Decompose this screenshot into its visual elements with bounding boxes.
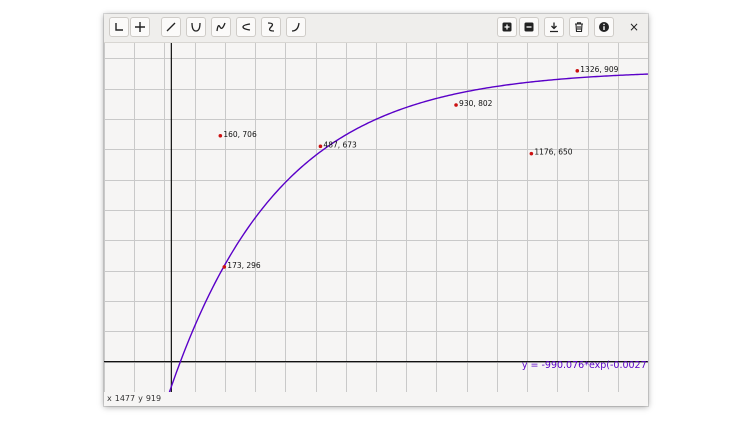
fit-curve (168, 73, 648, 392)
fit-equation: y = -990.076*exp(-0.002778*x) +912.0 (522, 360, 648, 371)
line-icon (166, 22, 176, 32)
close-icon: × (628, 20, 640, 34)
delete-button[interactable] (569, 17, 589, 37)
plot-area[interactable]: 160, 706 487, 673 930, 802 1326, 909 1176, 6… (104, 43, 648, 392)
download-button[interactable] (544, 17, 564, 37)
cubic-icon (216, 22, 226, 32)
curve-c-icon (242, 23, 251, 31)
exponential-fit-tool-button[interactable] (236, 17, 256, 37)
axes-icon (115, 23, 123, 31)
quadratic-fit-tool-button[interactable] (186, 17, 206, 37)
point-tool-button[interactable] (130, 17, 150, 37)
wave-icon (267, 22, 275, 32)
parabola-icon (191, 22, 201, 32)
data-point (318, 144, 323, 149)
axes-tool-button[interactable] (109, 17, 129, 37)
data-point-label: 930, 802 (459, 99, 493, 108)
linear-fit-tool-button[interactable] (161, 17, 181, 37)
data-point-label: 160, 706 (223, 130, 257, 139)
status-y-value: 919 (145, 394, 162, 403)
cubic-fit-tool-button[interactable] (211, 17, 231, 37)
status-x-value: 1477 (114, 394, 136, 403)
app-window: × 160, 706 487, 673 930, 802 1326, 909 1176,… (104, 14, 648, 406)
data-point (454, 103, 458, 107)
close-button[interactable]: × (624, 17, 644, 37)
status-y-label: y (138, 394, 143, 403)
data-point-label: 173, 296 (227, 261, 261, 270)
status-x-label: x (107, 394, 112, 403)
info-icon (599, 22, 609, 32)
data-point (218, 133, 223, 138)
zoom-out-button[interactable] (519, 17, 539, 37)
data-point-label: 487, 673 (323, 140, 357, 149)
info-button[interactable] (594, 17, 614, 37)
toolbar: × (104, 14, 648, 43)
data-point (575, 69, 580, 73)
data-point-label: 1326, 909 (580, 65, 618, 74)
sine-fit-tool-button[interactable] (261, 17, 281, 37)
data-point-label: 1176, 650 (534, 148, 572, 157)
trash-icon (575, 22, 583, 33)
download-icon (550, 22, 558, 33)
data-point (529, 151, 534, 156)
status-bar: x 1477 y 919 (104, 392, 648, 406)
minus-square-icon (524, 22, 534, 32)
freehand-tool-button[interactable] (286, 17, 306, 37)
plus-square-icon (502, 22, 512, 32)
zoom-in-button[interactable] (497, 17, 517, 37)
crosshair-icon (135, 22, 145, 32)
freehand-icon (291, 22, 300, 32)
data-point (222, 265, 227, 269)
plot-canvas[interactable]: 160, 706 487, 673 930, 802 1326, 909 1176, 6… (104, 43, 648, 392)
